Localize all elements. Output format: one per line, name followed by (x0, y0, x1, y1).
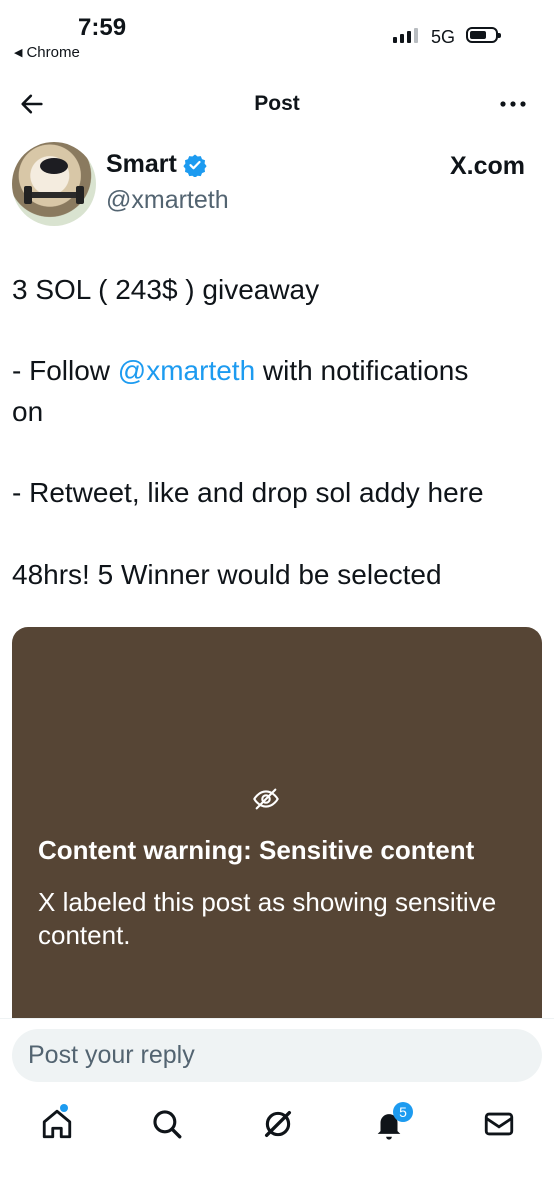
home-icon[interactable] (40, 1107, 74, 1141)
back-arrow-icon[interactable] (18, 90, 46, 118)
signal-icon (393, 28, 418, 43)
content-warning-title: Content warning: Sensitive content (38, 835, 475, 865)
tweet-line-5: 48hrs! 5 Winner would be selected (12, 559, 442, 590)
tweet-line-1: 3 SOL ( 243$ ) giveaway (12, 274, 320, 305)
back-triangle-icon: ◀ (14, 47, 23, 59)
grok-icon[interactable] (261, 1107, 295, 1141)
status-time: 7:59 (78, 14, 127, 41)
notification-count-badge: 5 (393, 1102, 413, 1122)
avatar[interactable] (12, 142, 96, 226)
tweet-text-segment: with notifications (255, 355, 469, 386)
more-options-icon[interactable] (498, 92, 528, 116)
verified-badge-icon (183, 154, 207, 177)
mention-link[interactable]: @xmarteth (118, 355, 255, 386)
avatar-image (24, 158, 84, 204)
home-new-indicator (60, 1104, 68, 1112)
author-name: Smart (106, 150, 177, 178)
tweet-line-4: - Retweet, like and drop sol addy here (12, 477, 484, 508)
back-to-app-link[interactable]: ◀ Chrome (14, 44, 80, 61)
battery-icon (466, 27, 501, 43)
author-handle[interactable]: @xmarteth (106, 186, 229, 215)
tweet-line-2: - Follow @xmarteth with notifications (12, 354, 468, 388)
search-icon[interactable] (150, 1107, 184, 1141)
source-site-label: X.com (450, 152, 526, 180)
eye-off-icon (253, 788, 279, 810)
network-type: 5G (431, 27, 456, 47)
tweet-text-segment: - Follow (12, 355, 118, 386)
content-warning-description: X labeled this post as showing sensitive… (38, 887, 497, 950)
back-app-label: Chrome (26, 44, 80, 61)
author-name-row[interactable]: Smart (106, 150, 207, 179)
page-title: Post (254, 92, 300, 115)
mail-icon[interactable] (482, 1107, 516, 1141)
tweet-line-3: on (12, 396, 44, 427)
reply-input[interactable]: Post your reply (12, 1029, 542, 1082)
